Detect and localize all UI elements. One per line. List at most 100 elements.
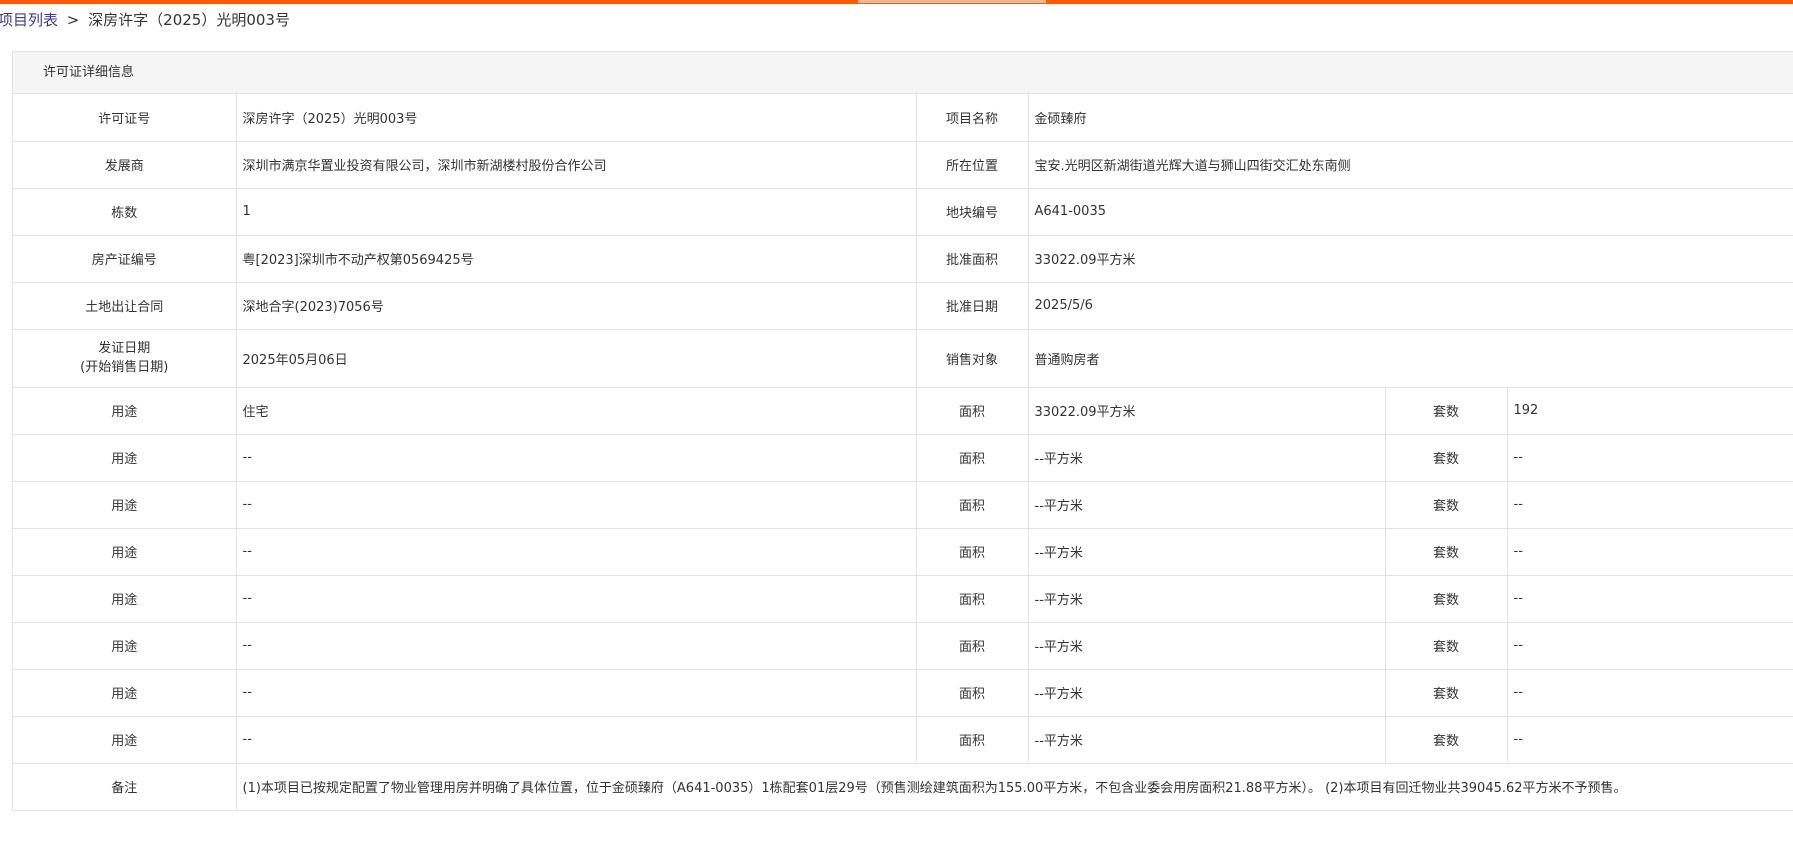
units-label: 套数 [1385,434,1508,482]
usage-row: 用途 住宅 面积 33022.09平方米 套数 192 [13,387,1793,435]
area-value: --平方米 [1028,575,1386,623]
units-label: 套数 [1385,716,1508,764]
area-label: 面积 [916,575,1029,623]
usage-row: 用途 -- 面积 --平方米 套数 -- [13,481,1793,529]
usage-value: -- [236,528,917,576]
usage-label: 用途 [13,669,237,717]
plot-no-value: A641-0035 [1028,188,1793,236]
area-label: 面积 [916,481,1029,529]
permit-detail-table: 许可证号 深房许字（2025）光明003号 项目名称 金硕臻府 发展商 深圳市满… [13,94,1793,811]
units-value: -- [1507,622,1793,670]
area-value: --平方米 [1028,669,1386,717]
project-name-value: 金硕臻府 [1028,94,1793,142]
units-value: 192 [1507,387,1793,435]
area-value: --平方米 [1028,481,1386,529]
approved-area-value: 33022.09平方米 [1028,235,1793,283]
units-label: 套数 [1385,528,1508,576]
units-value: -- [1507,528,1793,576]
issue-date-label-line1: 发证日期 [98,341,151,356]
area-label: 面积 [916,716,1029,764]
usage-label: 用途 [13,622,237,670]
table-row: 发证日期 (开始销售日期) 2025年05月06日 销售对象 普通购房者 [13,329,1793,388]
units-label: 套数 [1385,622,1508,670]
usage-row: 用途 -- 面积 --平方米 套数 -- [13,575,1793,623]
usage-label: 用途 [13,716,237,764]
usage-label: 用途 [13,434,237,482]
area-value: 33022.09平方米 [1028,387,1386,435]
area-label: 面积 [916,434,1029,482]
buildings-label: 栋数 [13,188,237,236]
top-bar-handle [858,0,1046,3]
property-cert-value: 粤[2023]深圳市不动产权第0569425号 [236,235,917,283]
area-value: --平方米 [1028,434,1386,482]
location-value: 宝安.光明区新湖街道光辉大道与狮山四街交汇处东南侧 [1028,141,1793,189]
units-value: -- [1507,575,1793,623]
issue-date-value: 2025年05月06日 [236,329,917,388]
table-row: 发展商 深圳市满京华置业投资有限公司，深圳市新湖楼村股份合作公司 所在位置 宝安… [13,141,1793,189]
table-row: 许可证号 深房许字（2025）光明003号 项目名称 金硕臻府 [13,94,1793,142]
approved-area-label: 批准面积 [916,235,1029,283]
units-value: -- [1507,669,1793,717]
remarks-label: 备注 [13,763,237,811]
buildings-value: 1 [236,188,917,236]
table-row: 栋数 1 地块编号 A641-0035 [13,188,1793,236]
area-label: 面积 [916,387,1029,435]
units-label: 套数 [1385,575,1508,623]
usage-row: 用途 -- 面积 --平方米 套数 -- [13,434,1793,482]
sales-target-label: 销售对象 [916,329,1029,388]
usage-value: -- [236,716,917,764]
units-label: 套数 [1385,669,1508,717]
units-label: 套数 [1385,387,1508,435]
land-contract-label: 土地出让合同 [13,282,237,330]
developer-value: 深圳市满京华置业投资有限公司，深圳市新湖楼村股份合作公司 [236,141,917,189]
project-name-label: 项目名称 [916,94,1029,142]
remarks-value: (1)本项目已按规定配置了物业管理用房并明确了具体位置，位于金硕臻府（A641-… [236,763,1793,811]
approval-date-value: 2025/5/6 [1028,282,1793,330]
permit-no-value: 深房许字（2025）光明003号 [236,94,917,142]
usage-label: 用途 [13,528,237,576]
units-value: -- [1507,481,1793,529]
panel-title: 许可证详细信息 [13,52,1793,94]
breadcrumb-separator: > [66,11,80,29]
usage-label: 用途 [13,387,237,435]
usage-row: 用途 -- 面积 --平方米 套数 -- [13,528,1793,576]
sales-target-value: 普通购房者 [1028,329,1793,388]
area-label: 面积 [916,622,1029,670]
usage-rows: 用途 住宅 面积 33022.09平方米 套数 192 用途 -- 面积 --平方米 套数 -- 用途 -… [13,387,1793,764]
usage-value: -- [236,622,917,670]
usage-value: 住宅 [236,387,917,435]
approval-date-label: 批准日期 [916,282,1029,330]
usage-row: 用途 -- 面积 --平方米 套数 -- [13,622,1793,670]
units-value: -- [1507,434,1793,482]
breadcrumb: 项目列表 > 深房许字（2025）光明003号 [0,9,290,31]
issue-date-label: 发证日期 (开始销售日期) [13,329,237,388]
land-contract-value: 深地合字(2023)7056号 [236,282,917,330]
area-value: --平方米 [1028,716,1386,764]
usage-value: -- [236,434,917,482]
property-cert-label: 房产证编号 [13,235,237,283]
units-label: 套数 [1385,481,1508,529]
table-row: 土地出让合同 深地合字(2023)7056号 批准日期 2025/5/6 [13,282,1793,330]
plot-no-label: 地块编号 [916,188,1029,236]
units-value: -- [1507,716,1793,764]
usage-row: 用途 -- 面积 --平方米 套数 -- [13,716,1793,764]
issue-date-label-line2: (开始销售日期) [80,360,169,375]
usage-label: 用途 [13,575,237,623]
breadcrumb-project-list-link[interactable]: 项目列表 [0,11,58,29]
developer-label: 发展商 [13,141,237,189]
usage-value: -- [236,481,917,529]
area-label: 面积 [916,528,1029,576]
breadcrumb-current: 深房许字（2025）光明003号 [88,11,290,29]
usage-label: 用途 [13,481,237,529]
permit-detail-panel: 许可证详细信息 许可证号 深房许字（2025）光明003号 项目名称 金硕臻府 … [12,51,1793,811]
area-value: --平方米 [1028,528,1386,576]
permit-no-label: 许可证号 [13,94,237,142]
usage-value: -- [236,669,917,717]
usage-value: -- [236,575,917,623]
area-label: 面积 [916,669,1029,717]
table-row: 备注 (1)本项目已按规定配置了物业管理用房并明确了具体位置，位于金硕臻府（A6… [13,763,1793,811]
usage-row: 用途 -- 面积 --平方米 套数 -- [13,669,1793,717]
top-accent-bar [0,0,1793,4]
table-row: 房产证编号 粤[2023]深圳市不动产权第0569425号 批准面积 33022… [13,235,1793,283]
location-label: 所在位置 [916,141,1029,189]
